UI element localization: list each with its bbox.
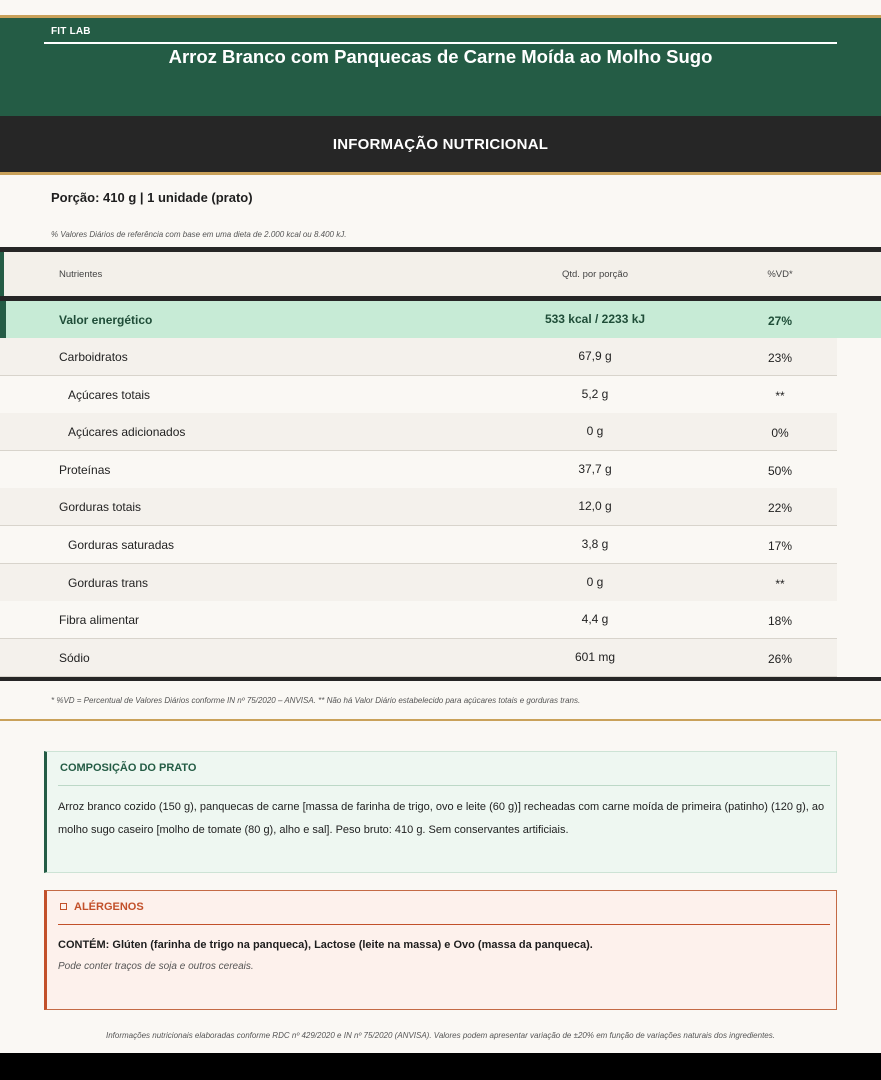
nutrient-daily-value: 17% <box>767 539 793 553</box>
table-row-energy: Valor energético 533 kcal / 2233 kJ 27% <box>0 301 881 338</box>
header-nutrients: Nutrientes <box>59 269 103 280</box>
nutrient-quantity: 37,7 g <box>578 462 612 476</box>
energy-row-accent <box>0 301 6 338</box>
nutrient-name: Carboidratos <box>59 350 128 364</box>
nutrient-name: Gorduras totais <box>59 500 142 514</box>
allergen-divider <box>58 924 830 925</box>
nutrient-quantity: 533 kcal / 2233 kJ <box>544 312 646 326</box>
allergen-header: ALÉRGENOS <box>60 901 144 913</box>
nutrient-name: Gorduras trans <box>68 576 149 590</box>
table-row: Gorduras trans 0 g ** <box>0 564 837 602</box>
nutrient-daily-value: 22% <box>767 501 793 515</box>
header-quantity: Qtd. por porção <box>561 269 628 280</box>
nutrient-quantity: 5,2 g <box>581 387 609 401</box>
nutrient-name: Açúcares totais <box>68 388 151 402</box>
allergen-title: ALÉRGENOS <box>74 901 144 913</box>
nutrient-name: Proteínas <box>59 463 111 477</box>
nutrient-quantity: 12,0 g <box>578 499 612 513</box>
nutrient-quantity: 4,4 g <box>581 612 609 626</box>
table-row: Fibra alimentar 4,4 g 18% <box>0 601 837 639</box>
composition-divider <box>58 785 830 786</box>
legal-notice: Informações nutricionais elaboradas conf… <box>106 1031 775 1040</box>
table-row: Gorduras totais 12,0 g 22% <box>0 488 837 526</box>
nutrition-title-bar: INFORMAÇÃO NUTRICIONAL <box>0 116 881 172</box>
warning-icon <box>60 903 67 910</box>
nutrient-name: Sódio <box>59 651 90 665</box>
allergen-contains: CONTÉM: Glúten (farinha de trigo na panq… <box>58 939 593 951</box>
table-footnote: * %VD = Percentual de Valores Diários co… <box>51 696 581 705</box>
composition-text: Arroz branco cozido (150 g), panquecas d… <box>58 801 825 836</box>
nutrient-daily-value: 0% <box>771 426 789 440</box>
table-header: Nutrientes Qtd. por porção %VD* <box>0 252 881 296</box>
section-title: INFORMAÇÃO NUTRICIONAL <box>332 136 549 153</box>
composition-box: COMPOSIÇÃO DO PRATO Arroz branco cozido … <box>44 751 837 873</box>
nutrient-quantity: 0 g <box>586 575 604 589</box>
table-row: Açúcares totais 5,2 g ** <box>0 376 837 414</box>
composition-title: COMPOSIÇÃO DO PRATO <box>60 762 197 774</box>
nutrient-quantity: 3,8 g <box>581 537 609 551</box>
section-divider <box>0 719 881 721</box>
table-row: Proteínas 37,7 g 50% <box>0 451 837 489</box>
nutrient-daily-value: ** <box>775 577 785 591</box>
brand-name: FIT LAB <box>51 26 91 37</box>
product-header: FIT LAB Arroz Branco com Panquecas de Ca… <box>0 18 881 116</box>
nutrient-daily-value: 26% <box>767 652 793 666</box>
nutrient-name: Açúcares adicionados <box>68 425 186 439</box>
nutrient-daily-value: 50% <box>767 464 793 478</box>
nutrient-quantity: 67,9 g <box>578 349 612 363</box>
product-title: Arroz Branco com Panquecas de Carne Moíd… <box>168 46 713 67</box>
table-row: Açúcares adicionados 0 g 0% <box>0 413 837 451</box>
nutrient-daily-value: 27% <box>767 314 793 328</box>
nutrient-daily-value: ** <box>775 389 785 403</box>
nutrient-daily-value: 18% <box>767 614 793 628</box>
table-bottom-border <box>0 677 881 681</box>
table-row: Gorduras saturadas 3,8 g 17% <box>0 526 837 564</box>
allergen-may-contain: Pode conter traços de soja e outros cere… <box>58 961 254 972</box>
nutrition-label-page: FIT LAB Arroz Branco com Panquecas de Ca… <box>0 0 881 1053</box>
daily-value-reference: % Valores Diários de referência com base… <box>51 230 347 239</box>
table-row: Sódio 601 mg 26% <box>0 639 837 677</box>
header-daily-value: %VD* <box>767 269 793 280</box>
nutrient-name: Gorduras saturadas <box>68 538 175 552</box>
section-gold-rule <box>0 172 881 175</box>
nutrient-name: Fibra alimentar <box>59 613 140 627</box>
table-row: Carboidratos 67,9 g 23% <box>0 338 837 376</box>
allergen-box: ALÉRGENOS CONTÉM: Glúten (farinha de tri… <box>44 890 837 1010</box>
nutrient-daily-value: 23% <box>767 351 793 365</box>
nutrient-quantity: 601 mg <box>574 650 616 664</box>
header-divider <box>44 42 837 44</box>
table-header-accent <box>0 252 4 296</box>
nutrient-quantity: 0 g <box>586 424 604 438</box>
portion-info: Porção: 410 g | 1 unidade (prato) <box>51 190 253 205</box>
nutrient-name: Valor energético <box>59 313 153 327</box>
